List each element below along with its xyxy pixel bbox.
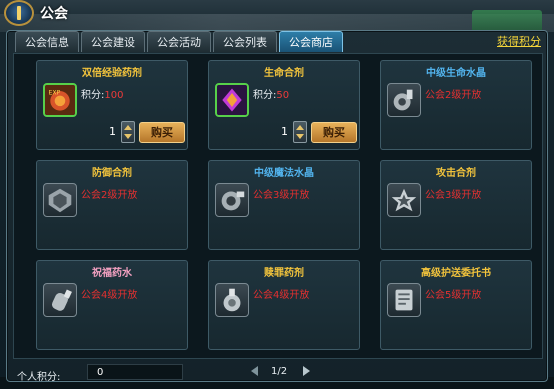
life-crystal-icon[interactable] [215, 83, 249, 117]
points-label: 积分: [81, 90, 105, 101]
item-points: 积分:100 [81, 86, 123, 101]
shop-item-card: 高级护送委托书 公会5级开放 [380, 260, 532, 350]
quantity-stepper[interactable] [121, 121, 135, 143]
shop-item-card: 防御合剂 公会2级开放 [36, 160, 188, 250]
mana-orb-icon[interactable] [215, 183, 249, 217]
unlock-requirement: 公会4级开放 [81, 290, 138, 301]
shop-item-card: 赎罪药剂 公会4级开放 [208, 260, 360, 350]
unlock-requirement: 公会2级开放 [81, 190, 138, 201]
quantity-stepper[interactable] [293, 121, 307, 143]
unlock-requirement: 公会3级开放 [253, 190, 310, 201]
page-indicator: 1/2 [271, 366, 288, 377]
item-name: 生命合剂 [264, 68, 304, 79]
item-name: 高级护送委托书 [421, 268, 491, 279]
unlock-requirement: 公会2级开放 [425, 90, 482, 101]
tab-guild-info[interactable]: 公会信息 [15, 31, 79, 52]
window-title: 公会 [40, 6, 68, 22]
guild-emblem-icon [4, 0, 34, 26]
tab-guild-activity[interactable]: 公会活动 [147, 31, 211, 52]
next-page-arrow-icon[interactable] [303, 366, 310, 376]
personal-points-value: 0 [97, 367, 104, 378]
shield-crest-icon[interactable] [43, 183, 77, 217]
shop-grid: 双倍经验药剂 EXP 积分:100 1 购买 生命合剂 积分:50 1 购买 中… [13, 53, 543, 359]
guild-panel: 公会信息 公会建设 公会活动 公会列表 公会商店 获得积分 双倍经验药剂 EXP… [6, 30, 548, 383]
item-name: 攻击合剂 [436, 168, 476, 179]
item-points: 积分:50 [253, 86, 289, 101]
tab-bar: 公会信息 公会建设 公会活动 公会列表 公会商店 [15, 31, 343, 53]
star-crest-icon[interactable] [387, 183, 421, 217]
window-header: 公会 [0, 0, 554, 26]
buy-button[interactable]: 购买 [139, 122, 185, 143]
scroll-icon[interactable] [387, 283, 421, 317]
item-name: 双倍经验药剂 [82, 68, 142, 79]
item-name: 中级生命水晶 [426, 68, 486, 79]
quantity-value: 1 [281, 125, 288, 138]
bless-vial-icon[interactable] [43, 283, 77, 317]
item-name: 赎罪药剂 [264, 268, 304, 279]
points-value: 100 [104, 90, 124, 101]
item-name: 祝福药水 [92, 268, 132, 279]
shop-item-card: 中级魔法水晶 公会3级开放 [208, 160, 360, 250]
shop-item-card: 攻击合剂 公会3级开放 [380, 160, 532, 250]
tab-guild-list[interactable]: 公会列表 [213, 31, 277, 52]
svg-text:EXP: EXP [49, 90, 61, 97]
unlock-requirement: 公会4级开放 [253, 290, 310, 301]
shop-item-card: 祝福药水 公会4级开放 [36, 260, 188, 350]
shop-item-card: 双倍经验药剂 EXP 积分:100 1 购买 [36, 60, 188, 150]
item-name: 中级魔法水晶 [254, 168, 314, 179]
shop-item-card: 中级生命水晶 公会2级开放 [380, 60, 532, 150]
unlock-requirement: 公会5级开放 [425, 290, 482, 301]
personal-points-label: 个人积分: [17, 372, 61, 383]
tab-guild-build[interactable]: 公会建设 [81, 31, 145, 52]
get-points-link[interactable]: 获得积分 [497, 33, 541, 49]
quantity-value: 1 [109, 125, 116, 138]
prev-page-arrow-icon[interactable] [251, 366, 258, 376]
tab-guild-shop[interactable]: 公会商店 [279, 31, 343, 52]
points-label: 积分: [253, 90, 277, 101]
item-name: 防御合剂 [92, 168, 132, 179]
shop-item-card: 生命合剂 积分:50 1 购买 [208, 60, 360, 150]
exp-potion-icon[interactable]: EXP [43, 83, 77, 117]
redemption-flask-icon[interactable] [215, 283, 249, 317]
points-value: 50 [276, 90, 290, 101]
unlock-requirement: 公会3级开放 [425, 190, 482, 201]
buy-button[interactable]: 购买 [311, 122, 357, 143]
potion-bottle-icon[interactable] [387, 83, 421, 117]
